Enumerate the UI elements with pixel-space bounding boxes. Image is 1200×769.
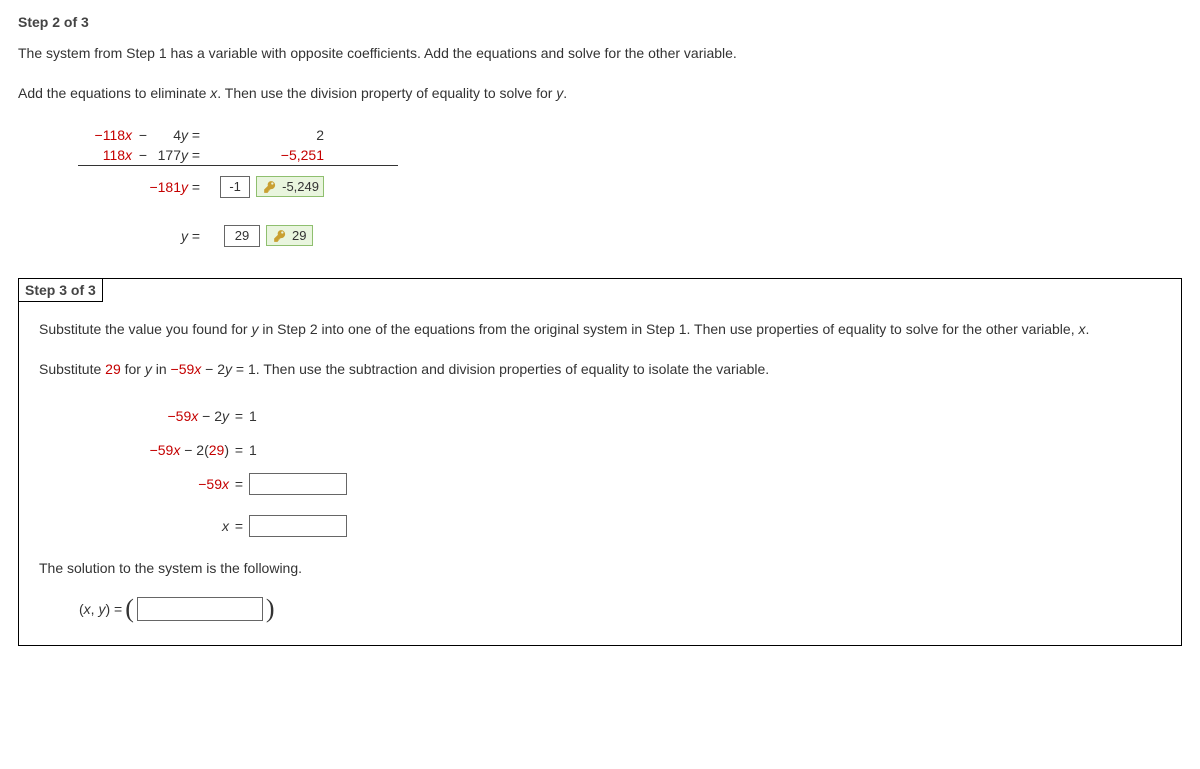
y-input[interactable] (224, 225, 260, 247)
sub-line3-input[interactable] (249, 473, 347, 495)
y-lhs: y (78, 228, 188, 244)
step2-description: The system from Step 1 has a variable wi… (18, 42, 1182, 64)
sum-input[interactable] (220, 176, 250, 198)
elimination-work: −118x − 4y = 2 118x − 177y = −5,251 −181… (78, 123, 1182, 248)
step2-title: Step 2 of 3 (18, 14, 1182, 30)
sub-line4-input[interactable] (249, 515, 347, 537)
sub-line2-rhs: 1 (249, 442, 257, 458)
eq1-rhs: 2 (316, 127, 324, 143)
solution-row: (x, y) = ( ) (79, 597, 1161, 621)
eq2-rhs: −5,251 (281, 147, 324, 163)
text: . Then use the division property of equa… (217, 85, 556, 101)
sum-answer: -5,249 (282, 179, 319, 194)
solution-input[interactable] (137, 597, 263, 621)
solution-label: (x, y) = (79, 601, 122, 617)
step3-title: Step 3 of 3 (18, 278, 103, 302)
sub-line1-lhs: −59x − 2y (79, 408, 229, 424)
y-answer: 29 (292, 228, 306, 243)
text: . (563, 85, 567, 101)
sum-lhs: −181y (78, 173, 188, 195)
sub-line3-lhs: −59x (79, 476, 229, 492)
step2-hint: Add the equations to eliminate x. Then u… (18, 82, 1182, 104)
solution-text: The solution to the system is the follow… (39, 557, 1161, 579)
eq1-lhs: −118x − 4y (78, 127, 188, 143)
close-paren: ) (263, 599, 278, 619)
step3-panel: Step 3 of 3 Substitute the value you fou… (18, 278, 1182, 646)
open-paren: ( (122, 599, 137, 619)
y-answer-badge: 29 (266, 225, 313, 246)
sub-line4-lhs: x (79, 518, 229, 534)
step3-description: Substitute the value you found for y in … (39, 318, 1161, 340)
text: Add the equations to eliminate (18, 85, 210, 101)
key-icon (273, 229, 287, 243)
sub-line1-rhs: 1 (249, 408, 257, 424)
sum-answer-badge: -5,249 (256, 176, 324, 197)
eq2-lhs: 118x − 177y (78, 147, 188, 163)
substitution-work: −59x − 2y = 1 −59x − 2(29) = 1 −59x (79, 399, 1161, 543)
step3-hint: Substitute 29 for y in −59x − 2y = 1. Th… (39, 358, 1161, 380)
sub-line2-lhs: −59x − 2(29) (79, 442, 229, 458)
key-icon (263, 180, 277, 194)
